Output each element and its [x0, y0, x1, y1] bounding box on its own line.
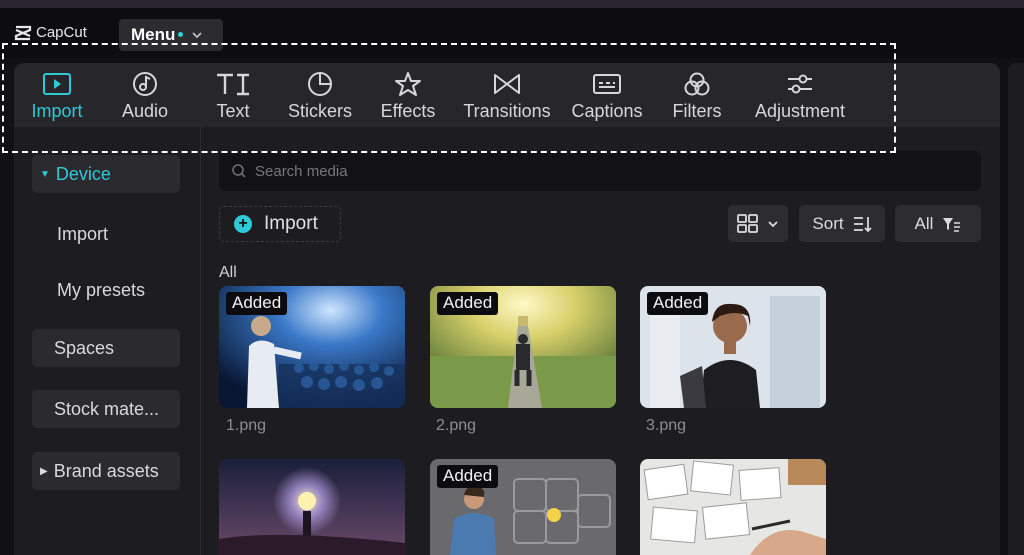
triangle-right-icon: ▶	[40, 465, 48, 477]
media-image	[219, 459, 405, 555]
asset-toolbar: Import Audio Text Stickers Effects Trans…	[14, 63, 1000, 127]
sidebar: ▼ Device Import My presets Spaces Stock …	[14, 127, 200, 555]
media-filename: 2.png	[436, 417, 477, 434]
sidebar-item-spaces[interactable]: Spaces	[32, 329, 180, 367]
view-mode-button[interactable]	[728, 205, 788, 242]
capcut-logo-icon	[14, 25, 32, 40]
tab-import[interactable]: Import	[20, 63, 94, 127]
added-badge: Added	[647, 292, 709, 315]
tab-effects-label: Effects	[380, 101, 436, 121]
adjustment-icon	[788, 74, 812, 94]
sidebar-item-label: Device	[55, 163, 111, 184]
tab-transitions[interactable]: Transitions	[458, 63, 556, 127]
filter-icon	[943, 217, 961, 232]
import-icon	[43, 73, 71, 95]
menu-button[interactable]: Menu	[119, 19, 223, 51]
filter-button[interactable]: All	[895, 205, 981, 242]
sidebar-item-import[interactable]: Import	[32, 215, 180, 253]
import-button[interactable]: + Import	[219, 206, 341, 242]
media-section-heading: All	[219, 264, 237, 281]
chevron-down-icon	[768, 220, 778, 227]
sort-button-label: Sort	[812, 213, 844, 233]
tab-audio[interactable]: Audio	[112, 63, 178, 127]
audio-icon	[133, 72, 157, 96]
chevron-down-icon	[192, 32, 203, 39]
filters-icon	[684, 72, 710, 96]
sidebar-item-label: Stock mate...	[54, 398, 160, 419]
tab-effects[interactable]: Effects	[376, 63, 440, 127]
sidebar-item-stock-materials[interactable]: Stock mate...	[32, 390, 180, 428]
tab-text-label: Text	[216, 101, 250, 121]
sidebar-item-brand-assets[interactable]: ▶ Brand assets	[32, 452, 180, 490]
import-button-label: Import	[264, 213, 318, 234]
media-thumbnail[interactable]: Added	[640, 286, 826, 408]
media-thumbnail[interactable]: Added	[219, 286, 405, 408]
stickers-icon	[308, 71, 333, 96]
sort-button[interactable]: Sort	[799, 205, 885, 242]
plus-icon: +	[234, 215, 252, 233]
tab-filters[interactable]: Filters	[668, 63, 726, 127]
menu-notification-dot	[178, 31, 184, 37]
media-thumbnail[interactable]	[219, 459, 405, 555]
right-panel-edge	[1008, 63, 1024, 555]
tab-stickers-label: Stickers	[287, 101, 352, 121]
media-thumbnail[interactable]: Added	[430, 459, 616, 555]
tab-adjustment[interactable]: Adjustment	[748, 63, 852, 127]
search-bar[interactable]	[219, 151, 981, 191]
added-badge: Added	[437, 465, 499, 488]
captions-icon	[593, 74, 621, 94]
app-logo: CapCut	[14, 24, 87, 41]
window-top-strip	[0, 0, 1024, 8]
tab-text[interactable]: Text	[204, 63, 262, 127]
menu-button-label: Menu	[131, 25, 176, 44]
effects-icon	[395, 72, 421, 96]
media-filename: 3.png	[646, 417, 687, 434]
text-icon	[217, 73, 249, 96]
tab-import-label: Import	[31, 101, 83, 121]
sort-icon	[853, 216, 872, 232]
filter-button-label: All	[914, 213, 934, 233]
transitions-icon	[494, 74, 520, 94]
search-icon	[232, 164, 246, 178]
sidebar-item-my-presets[interactable]: My presets	[32, 271, 180, 309]
sidebar-item-label: My presets	[57, 279, 146, 300]
tab-filters-label: Filters	[672, 101, 722, 121]
media-image	[640, 459, 826, 555]
added-badge: Added	[226, 292, 288, 315]
media-filename: 1.png	[226, 417, 267, 434]
tab-captions-label: Captions	[571, 101, 643, 121]
media-thumbnail[interactable]	[640, 459, 826, 555]
tab-transitions-label: Transitions	[463, 101, 551, 121]
triangle-down-icon: ▼	[40, 168, 50, 180]
app-logo-text: CapCut	[36, 24, 87, 41]
search-input[interactable]	[253, 161, 857, 181]
sidebar-item-device[interactable]: ▼ Device	[32, 155, 180, 193]
added-badge: Added	[437, 292, 499, 315]
sidebar-item-label: Brand assets	[53, 460, 159, 481]
media-thumbnail[interactable]: Added	[430, 286, 616, 408]
tab-adjustment-label: Adjustment	[754, 101, 846, 121]
sidebar-item-label: Spaces	[54, 337, 115, 358]
tab-captions[interactable]: Captions	[566, 63, 648, 127]
tab-stickers[interactable]: Stickers	[284, 63, 356, 127]
sidebar-item-label: Import	[57, 223, 109, 244]
grid-view-icon	[737, 213, 758, 233]
tab-audio-label: Audio	[121, 101, 169, 121]
